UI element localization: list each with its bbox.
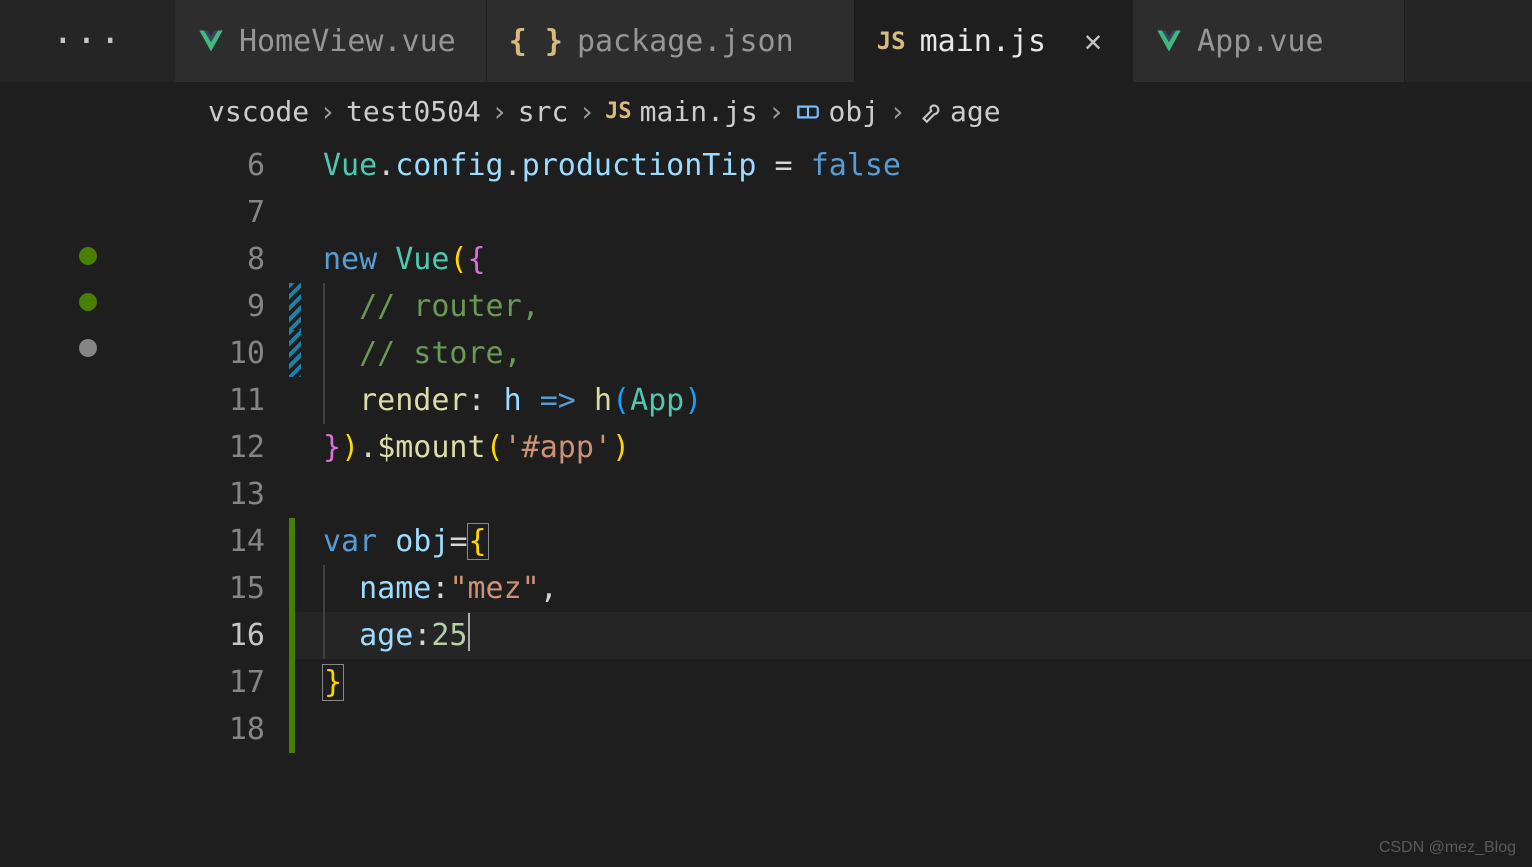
vue-icon <box>1155 27 1183 55</box>
code-line[interactable]: name:"mez", <box>289 565 1532 612</box>
code-line[interactable]: age:25 <box>289 612 1532 659</box>
tab-app-vue[interactable]: App.vue <box>1133 0 1404 82</box>
code-line[interactable]: // router, <box>289 283 1532 330</box>
code-line[interactable]: var obj={ <box>289 518 1532 565</box>
line-number: 8 <box>175 236 265 283</box>
decoration-gutter <box>0 142 175 867</box>
code-line[interactable] <box>289 471 1532 518</box>
code-content[interactable]: Vue.config.productionTip = false new Vue… <box>289 142 1532 867</box>
line-number: 16 <box>175 612 265 659</box>
chevron-right-icon: › <box>889 95 906 128</box>
code-line[interactable]: }).$mount('#app') <box>289 424 1532 471</box>
tab-label: main.js <box>920 24 1046 59</box>
editor-area: 6 7 8 9 10 11 12 13 14 15 16 17 18 Vue.c… <box>0 142 1532 867</box>
line-number: 6 <box>175 142 265 189</box>
breadcrumb-symbol[interactable]: obj <box>829 95 880 128</box>
tab-overflow-button[interactable]: ··· <box>0 0 175 82</box>
line-number: 7 <box>175 189 265 236</box>
line-number-gutter: 6 7 8 9 10 11 12 13 14 15 16 17 18 <box>175 142 289 867</box>
tab-label: package.json <box>577 24 794 59</box>
text-cursor <box>468 613 470 651</box>
line-number: 15 <box>175 565 265 612</box>
line-number: 12 <box>175 424 265 471</box>
breadcrumb-segment[interactable]: test0504 <box>346 95 481 128</box>
line-number: 10 <box>175 330 265 377</box>
chevron-right-icon: › <box>319 95 336 128</box>
code-line[interactable] <box>289 189 1532 236</box>
property-icon <box>916 99 942 125</box>
line-number: 9 <box>175 283 265 330</box>
js-icon: JS <box>605 99 632 124</box>
close-icon[interactable]: ✕ <box>1084 24 1102 59</box>
tab-label: HomeView.vue <box>239 24 456 59</box>
code-line[interactable]: } <box>289 659 1532 706</box>
js-icon: JS <box>877 27 906 55</box>
tab-package-json[interactable]: { } package.json <box>487 0 855 82</box>
breadcrumb-file[interactable]: main.js <box>640 95 758 128</box>
tab-label: App.vue <box>1197 24 1323 59</box>
breadcrumb[interactable]: vscode › test0504 › src › JS main.js › o… <box>0 82 1532 142</box>
breadcrumb-segment[interactable]: src <box>518 95 569 128</box>
code-line[interactable]: new Vue({ <box>289 236 1532 283</box>
code-line[interactable]: Vue.config.productionTip = false <box>289 142 1532 189</box>
breakpoint-dot[interactable] <box>79 293 97 311</box>
line-number: 18 <box>175 706 265 753</box>
line-number: 14 <box>175 518 265 565</box>
code-editor[interactable]: 6 7 8 9 10 11 12 13 14 15 16 17 18 Vue.c… <box>175 142 1532 867</box>
breakpoint-dot[interactable] <box>79 339 97 357</box>
vue-icon <box>197 27 225 55</box>
code-line[interactable]: // store, <box>289 330 1532 377</box>
chevron-right-icon: › <box>578 95 595 128</box>
json-icon: { } <box>509 24 563 59</box>
line-number: 11 <box>175 377 265 424</box>
tab-homeview-vue[interactable]: HomeView.vue <box>175 0 487 82</box>
breadcrumb-symbol[interactable]: age <box>950 95 1001 128</box>
tab-bar: ··· HomeView.vue { } package.json JS mai… <box>0 0 1532 82</box>
tab-main-js[interactable]: JS main.js ✕ <box>855 0 1133 82</box>
variable-icon <box>795 99 821 125</box>
watermark: CSDN @mez_Blog <box>1379 839 1516 857</box>
breadcrumb-segment[interactable]: vscode <box>208 95 309 128</box>
line-number: 17 <box>175 659 265 706</box>
line-number: 13 <box>175 471 265 518</box>
code-line[interactable] <box>289 706 1532 753</box>
breakpoint-dot[interactable] <box>79 247 97 265</box>
chevron-right-icon: › <box>491 95 508 128</box>
chevron-right-icon: › <box>768 95 785 128</box>
code-line[interactable]: render: h => h(App) <box>289 377 1532 424</box>
